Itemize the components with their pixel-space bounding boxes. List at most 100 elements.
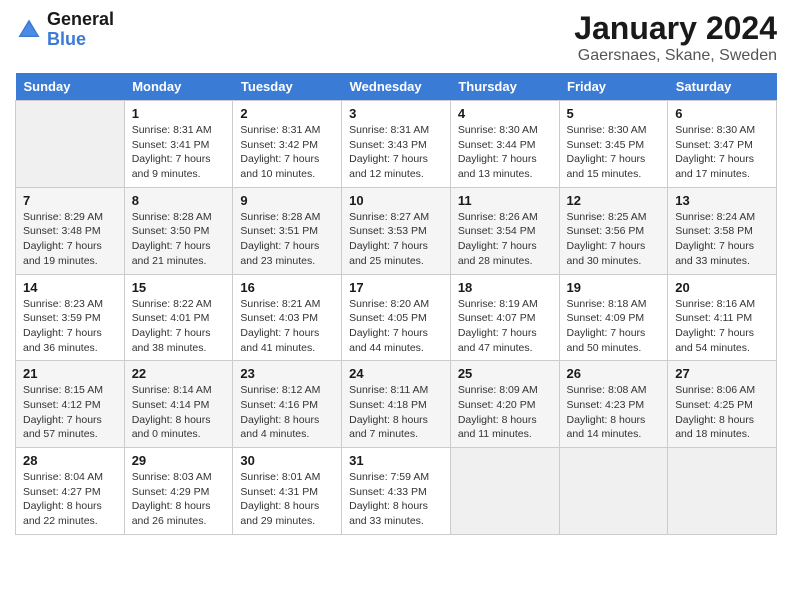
day-number: 2 — [240, 106, 334, 121]
logo-icon — [15, 16, 43, 44]
cell-content: Sunrise: 8:14 AMSunset: 4:14 PMDaylight:… — [132, 383, 226, 442]
day-number: 22 — [132, 366, 226, 381]
calendar-cell: 10Sunrise: 8:27 AMSunset: 3:53 PMDayligh… — [342, 187, 451, 274]
calendar-cell: 22 Sunrise: 8:14 AMSunset: 4:14 PMDayligh… — [124, 361, 233, 448]
location-title: Gaersnaes, Skane, Sweden — [574, 47, 777, 65]
page-header: GeneralBlue January 2024 Gaersnaes, Skan… — [15, 10, 777, 65]
cell-content: Sunrise: 8:20 AMSunset: 4:05 PMDaylight:… — [349, 297, 443, 356]
week-row-3: 14 Sunrise: 8:23 AMSunset: 3:59 PMDayligh… — [16, 274, 777, 361]
calendar-cell: 9 Sunrise: 8:28 AMSunset: 3:51 PMDaylight… — [233, 187, 342, 274]
calendar-cell: 18 Sunrise: 8:19 AMSunset: 4:07 PMDayligh… — [450, 274, 559, 361]
cell-content: Sunrise: 8:26 AMSunset: 3:54 PMDaylight:… — [458, 210, 552, 269]
day-number: 26 — [567, 366, 661, 381]
cell-content: Sunrise: 8:30 AMSunset: 3:45 PMDaylight:… — [567, 123, 661, 182]
cell-content: Sunrise: 8:08 AMSunset: 4:23 PMDaylight:… — [567, 383, 661, 442]
cell-content: Sunrise: 8:30 AMSunset: 3:44 PMDaylight:… — [458, 123, 552, 182]
calendar-cell: 14 Sunrise: 8:23 AMSunset: 3:59 PMDayligh… — [16, 274, 125, 361]
day-number: 13 — [675, 193, 769, 208]
day-header-tuesday: Tuesday — [233, 73, 342, 101]
calendar-cell: 6 Sunrise: 8:30 AMSunset: 3:47 PMDaylight… — [668, 101, 777, 188]
day-number: 28 — [23, 453, 117, 468]
day-number: 8 — [132, 193, 226, 208]
calendar-cell: 7 Sunrise: 8:29 AMSunset: 3:48 PMDaylight… — [16, 187, 125, 274]
day-number: 11 — [458, 193, 552, 208]
week-row-1: 1 Sunrise: 8:31 AMSunset: 3:41 PMDaylight… — [16, 101, 777, 188]
calendar-cell — [559, 448, 668, 535]
calendar-cell: 17Sunrise: 8:20 AMSunset: 4:05 PMDayligh… — [342, 274, 451, 361]
cell-content: Sunrise: 8:31 AMSunset: 3:41 PMDaylight:… — [132, 123, 226, 182]
cell-content: Sunrise: 8:12 AMSunset: 4:16 PMDaylight:… — [240, 383, 334, 442]
day-header-thursday: Thursday — [450, 73, 559, 101]
day-header-wednesday: Wednesday — [342, 73, 451, 101]
cell-content: Sunrise: 8:06 AMSunset: 4:25 PMDaylight:… — [675, 383, 769, 442]
cell-content: Sunrise: 8:19 AMSunset: 4:07 PMDaylight:… — [458, 297, 552, 356]
calendar-cell: 1 Sunrise: 8:31 AMSunset: 3:41 PMDaylight… — [124, 101, 233, 188]
day-number: 6 — [675, 106, 769, 121]
day-header-monday: Monday — [124, 73, 233, 101]
cell-content: Sunrise: 8:21 AMSunset: 4:03 PMDaylight:… — [240, 297, 334, 356]
day-number: 30 — [240, 453, 334, 468]
calendar-cell: 8 Sunrise: 8:28 AMSunset: 3:50 PMDaylight… — [124, 187, 233, 274]
calendar-cell: 29Sunrise: 8:03 AMSunset: 4:29 PMDayligh… — [124, 448, 233, 535]
month-title: January 2024 — [574, 10, 777, 47]
calendar-cell: 23 Sunrise: 8:12 AMSunset: 4:16 PMDayligh… — [233, 361, 342, 448]
calendar-table: SundayMondayTuesdayWednesdayThursdayFrid… — [15, 73, 777, 535]
calendar-cell: 30Sunrise: 8:01 AMSunset: 4:31 PMDayligh… — [233, 448, 342, 535]
day-number: 14 — [23, 280, 117, 295]
day-number: 7 — [23, 193, 117, 208]
calendar-cell: 15 Sunrise: 8:22 AMSunset: 4:01 PMDayligh… — [124, 274, 233, 361]
calendar-cell: 2 Sunrise: 8:31 AMSunset: 3:42 PMDaylight… — [233, 101, 342, 188]
day-number: 21 — [23, 366, 117, 381]
day-number: 23 — [240, 366, 334, 381]
cell-content: Sunrise: 8:09 AMSunset: 4:20 PMDaylight:… — [458, 383, 552, 442]
day-number: 5 — [567, 106, 661, 121]
day-number: 1 — [132, 106, 226, 121]
cell-content: Sunrise: 8:31 AMSunset: 3:43 PMDaylight:… — [349, 123, 443, 182]
days-header-row: SundayMondayTuesdayWednesdayThursdayFrid… — [16, 73, 777, 101]
week-row-5: 28Sunrise: 8:04 AMSunset: 4:27 PMDayligh… — [16, 448, 777, 535]
cell-content: Sunrise: 8:30 AMSunset: 3:47 PMDaylight:… — [675, 123, 769, 182]
calendar-cell: 27 Sunrise: 8:06 AMSunset: 4:25 PMDayligh… — [668, 361, 777, 448]
day-number: 19 — [567, 280, 661, 295]
day-number: 3 — [349, 106, 443, 121]
day-number: 27 — [675, 366, 769, 381]
calendar-cell: 28Sunrise: 8:04 AMSunset: 4:27 PMDayligh… — [16, 448, 125, 535]
calendar-cell: 19 Sunrise: 8:18 AMSunset: 4:09 PMDayligh… — [559, 274, 668, 361]
calendar-cell: 21 Sunrise: 8:15 AMSunset: 4:12 PMDayligh… — [16, 361, 125, 448]
logo: GeneralBlue — [15, 10, 114, 50]
calendar-cell: 11 Sunrise: 8:26 AMSunset: 3:54 PMDayligh… — [450, 187, 559, 274]
calendar-cell: 13Sunrise: 8:24 AMSunset: 3:58 PMDayligh… — [668, 187, 777, 274]
cell-content: Sunrise: 8:28 AMSunset: 3:51 PMDaylight:… — [240, 210, 334, 269]
cell-content: Sunrise: 8:31 AMSunset: 3:42 PMDaylight:… — [240, 123, 334, 182]
calendar-cell: 12Sunrise: 8:25 AMSunset: 3:56 PMDayligh… — [559, 187, 668, 274]
day-number: 31 — [349, 453, 443, 468]
cell-content: Sunrise: 8:28 AMSunset: 3:50 PMDaylight:… — [132, 210, 226, 269]
week-row-2: 7 Sunrise: 8:29 AMSunset: 3:48 PMDaylight… — [16, 187, 777, 274]
cell-content: Sunrise: 7:59 AMSunset: 4:33 PMDaylight:… — [349, 470, 443, 529]
calendar-cell: 26 Sunrise: 8:08 AMSunset: 4:23 PMDayligh… — [559, 361, 668, 448]
day-number: 24 — [349, 366, 443, 381]
calendar-cell: 16Sunrise: 8:21 AMSunset: 4:03 PMDayligh… — [233, 274, 342, 361]
calendar-cell: 25Sunrise: 8:09 AMSunset: 4:20 PMDayligh… — [450, 361, 559, 448]
week-row-4: 21 Sunrise: 8:15 AMSunset: 4:12 PMDayligh… — [16, 361, 777, 448]
day-number: 10 — [349, 193, 443, 208]
cell-content: Sunrise: 8:18 AMSunset: 4:09 PMDaylight:… — [567, 297, 661, 356]
calendar-cell — [668, 448, 777, 535]
calendar-cell: 20Sunrise: 8:16 AMSunset: 4:11 PMDayligh… — [668, 274, 777, 361]
day-number: 15 — [132, 280, 226, 295]
cell-content: Sunrise: 8:22 AMSunset: 4:01 PMDaylight:… — [132, 297, 226, 356]
day-number: 9 — [240, 193, 334, 208]
cell-content: Sunrise: 8:23 AMSunset: 3:59 PMDaylight:… — [23, 297, 117, 356]
day-header-saturday: Saturday — [668, 73, 777, 101]
day-header-sunday: Sunday — [16, 73, 125, 101]
day-number: 20 — [675, 280, 769, 295]
day-number: 18 — [458, 280, 552, 295]
cell-content: Sunrise: 8:29 AMSunset: 3:48 PMDaylight:… — [23, 210, 117, 269]
calendar-cell — [450, 448, 559, 535]
calendar-cell: 24Sunrise: 8:11 AMSunset: 4:18 PMDayligh… — [342, 361, 451, 448]
calendar-cell: 5 Sunrise: 8:30 AMSunset: 3:45 PMDaylight… — [559, 101, 668, 188]
calendar-cell: 3 Sunrise: 8:31 AMSunset: 3:43 PMDaylight… — [342, 101, 451, 188]
cell-content: Sunrise: 8:15 AMSunset: 4:12 PMDaylight:… — [23, 383, 117, 442]
day-number: 4 — [458, 106, 552, 121]
calendar-cell: 4 Sunrise: 8:30 AMSunset: 3:44 PMDaylight… — [450, 101, 559, 188]
